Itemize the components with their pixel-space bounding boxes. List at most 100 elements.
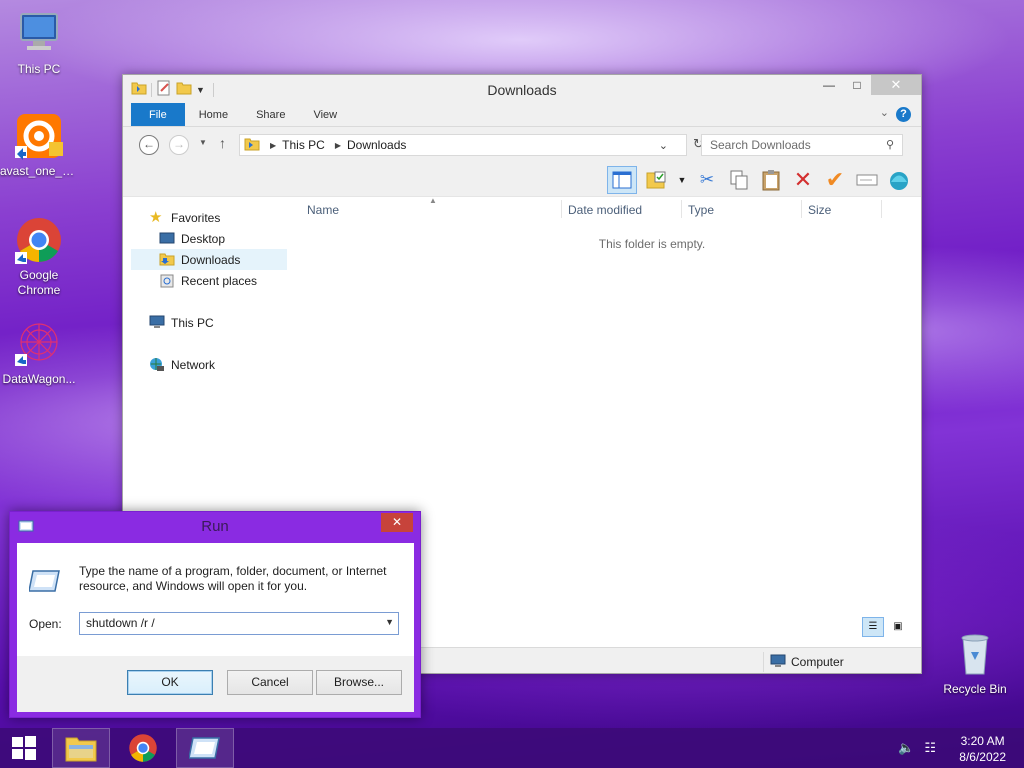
paste-icon[interactable]	[759, 168, 783, 192]
run-icon	[28, 569, 60, 592]
nav-downloads[interactable]: Downloads	[131, 249, 287, 270]
desktop-icon-recycle-bin[interactable]: Recycle Bin	[936, 630, 1014, 697]
search-icon: ⚲	[885, 139, 894, 151]
column-separator	[681, 200, 682, 218]
search-input[interactable]: Search Downloads ⚲	[701, 134, 903, 156]
breadcrumb-downloads[interactable]: Downloads	[347, 138, 406, 152]
nav-label: Favorites	[171, 210, 221, 225]
taskbar-run[interactable]	[176, 728, 234, 768]
network-icon	[149, 357, 165, 373]
desktop-icon-label: avast_one_e...	[0, 164, 78, 178]
copy-icon[interactable]	[727, 168, 751, 192]
toolbar-dropdown-icon[interactable]: ▼	[677, 168, 687, 192]
delete-icon[interactable]: ✕	[791, 167, 815, 192]
chrome-icon	[15, 216, 63, 264]
network-status-icon[interactable]: ☷	[924, 740, 936, 756]
desktop-icon-avast[interactable]: avast_one_e...	[0, 112, 78, 179]
downloads-folder-icon	[244, 137, 260, 154]
column-date-modified[interactable]: Date modified	[568, 203, 642, 217]
command-toolbar: ▼ ✂ ✕ ✔	[123, 161, 921, 197]
cancel-button[interactable]: Cancel	[227, 670, 313, 695]
taskbar: 🔈 ☷ 3:20 AM 8/6/2022	[0, 728, 1024, 768]
breadcrumb-this-pc[interactable]: This PC	[282, 138, 325, 152]
open-label: Open:	[29, 617, 62, 631]
rename-icon[interactable]	[855, 168, 879, 192]
browse-button[interactable]: Browse...	[316, 670, 402, 695]
volume-muted-icon[interactable]: 🔈	[898, 740, 914, 756]
tab-home[interactable]: Home	[185, 103, 242, 126]
run-dialog: Run ✕ Type the name of a program, folder…	[9, 511, 421, 718]
nav-desktop[interactable]: Desktop	[159, 228, 225, 249]
avast-icon	[15, 112, 63, 160]
run-title-bar[interactable]: Run ✕	[10, 512, 420, 542]
run-body: Type the name of a program, folder, docu…	[17, 543, 414, 656]
star-icon: ★	[149, 208, 163, 226]
taskbar-chrome[interactable]	[114, 728, 172, 768]
help-icon[interactable]: ?	[896, 107, 911, 122]
column-type[interactable]: Type	[688, 203, 714, 217]
expand-ribbon-icon[interactable]: ⌄	[880, 106, 889, 119]
run-icon	[189, 737, 220, 759]
details-view-icon[interactable]: ☰	[862, 617, 884, 637]
run-description: Type the name of a program, folder, docu…	[79, 564, 387, 593]
desktop-icon-google-chrome[interactable]: Google Chrome	[0, 216, 78, 298]
address-bar[interactable]: ▶ This PC ▶ Downloads ⌄	[239, 134, 687, 156]
nav-label: Recent places	[181, 273, 258, 288]
column-separator	[801, 200, 802, 218]
file-explorer-icon	[65, 737, 97, 762]
status-location-label: Computer	[791, 655, 844, 669]
nav-label: Network	[171, 357, 216, 372]
preview-pane-icon[interactable]	[607, 166, 637, 194]
large-icons-view-icon[interactable]: ▣	[887, 617, 909, 637]
desktop-icon-datawagon[interactable]: DataWagon...	[0, 320, 78, 387]
open-dropdown-icon[interactable]: ▼	[385, 617, 394, 627]
nav-this-pc[interactable]: This PC	[149, 312, 214, 333]
downloads-icon	[159, 252, 175, 268]
select-folder-icon[interactable]	[645, 168, 669, 192]
title-bar[interactable]: ▼ Downloads — □ ✕	[123, 75, 921, 103]
run-title: Run	[201, 518, 229, 535]
up-arrow-icon[interactable]: ↑	[219, 135, 226, 151]
nav-recent-places[interactable]: Recent places	[159, 270, 257, 291]
taskbar-file-explorer[interactable]	[52, 728, 110, 768]
start-button[interactable]	[0, 728, 48, 768]
status-location: Computer	[763, 652, 844, 672]
open-command-input[interactable]: shutdown /r / ▼	[79, 612, 399, 635]
this-pc-icon	[149, 315, 165, 331]
column-separator	[881, 200, 882, 218]
cut-icon[interactable]: ✂	[695, 168, 719, 192]
clock[interactable]: 3:20 AM 8/6/2022	[959, 733, 1006, 765]
open-command-value: shutdown /r /	[86, 616, 155, 630]
nav-favorites[interactable]: ★ Favorites	[149, 207, 220, 228]
close-button[interactable]: ✕	[871, 75, 921, 95]
run-footer: OK Cancel Browse...	[17, 656, 414, 712]
nav-network[interactable]: Network	[149, 354, 215, 375]
computer-icon	[15, 10, 63, 58]
run-close-button[interactable]: ✕	[381, 513, 413, 532]
checkmark-icon[interactable]: ✔	[823, 167, 847, 192]
recent-locations-icon[interactable]: ▼	[199, 138, 207, 147]
recent-places-icon	[159, 273, 175, 289]
maximize-button[interactable]: □	[843, 75, 871, 95]
shell-icon[interactable]	[887, 168, 911, 192]
column-separator	[561, 200, 562, 218]
ok-button[interactable]: OK	[127, 670, 213, 695]
system-tray: 🔈 ☷	[898, 740, 936, 756]
desktop-icon-label: Recycle Bin	[943, 682, 1007, 696]
ribbon-tabs: File Home Share View ⌄ ?	[123, 103, 921, 127]
empty-folder-message: This folder is empty.	[598, 237, 706, 251]
desktop-icon-this-pc[interactable]: This PC	[0, 10, 78, 77]
tab-share[interactable]: Share	[242, 103, 299, 126]
column-name[interactable]: Name	[307, 203, 339, 217]
desktop-icon	[159, 231, 175, 247]
tab-view[interactable]: View	[299, 103, 351, 126]
forward-button[interactable]: →	[169, 135, 189, 155]
back-button[interactable]: ←	[139, 135, 159, 155]
minimize-button[interactable]: —	[815, 75, 843, 95]
chevron-right-icon: ▶	[270, 140, 277, 150]
tab-file[interactable]: File	[131, 103, 185, 126]
address-row: ← → ▼ ↑ ▶ This PC ▶ Downloads ⌄ ↻ Search…	[123, 127, 921, 161]
windows-logo-icon	[12, 736, 36, 760]
column-size[interactable]: Size	[808, 203, 831, 217]
address-dropdown-icon[interactable]: ⌄	[659, 139, 668, 152]
